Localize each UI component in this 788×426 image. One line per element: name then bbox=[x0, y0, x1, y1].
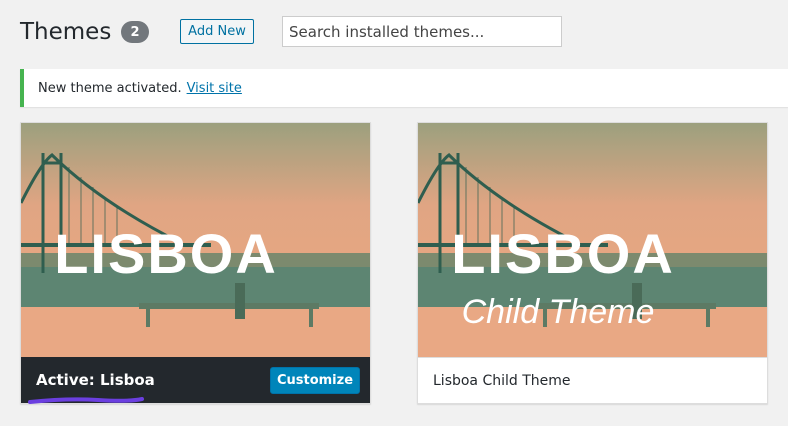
active-theme-name: Active: Lisboa bbox=[21, 371, 155, 389]
theme-count-badge: 2 bbox=[121, 21, 149, 43]
screenshot-title: LISBOA bbox=[54, 222, 278, 285]
theme-name: Lisboa bbox=[100, 371, 155, 389]
search-themes-input[interactable] bbox=[282, 16, 562, 47]
customize-button[interactable]: Customize bbox=[270, 367, 360, 394]
screenshot-title: LISBOA bbox=[451, 222, 675, 285]
highlight-underline-mark bbox=[28, 397, 144, 404]
theme-screenshot[interactable]: LISBOA bbox=[21, 123, 370, 357]
theme-card-lisboa-child[interactable]: LISBOA Child Theme Lisboa Child Theme bbox=[417, 122, 768, 404]
theme-name: Lisboa Child Theme bbox=[433, 372, 571, 389]
theme-card-lisboa[interactable]: LISBOA Active: Lisboa Customize bbox=[20, 122, 371, 404]
theme-info-bar: Lisboa Child Theme bbox=[418, 357, 767, 403]
theme-screenshot[interactable]: LISBOA Child Theme bbox=[418, 123, 767, 357]
screenshot-subtitle: Child Theme bbox=[462, 293, 655, 331]
theme-screenshot-image: LISBOA Child Theme bbox=[418, 123, 767, 357]
theme-activated-notice: New theme activated. Visit site bbox=[20, 69, 788, 107]
page-title: Themes bbox=[20, 19, 112, 45]
notice-message: New theme activated. bbox=[38, 80, 182, 96]
add-new-button[interactable]: Add New bbox=[180, 19, 254, 44]
visit-site-link[interactable]: Visit site bbox=[187, 81, 242, 96]
theme-screenshot-image: LISBOA bbox=[21, 123, 370, 357]
active-prefix: Active: bbox=[36, 371, 95, 389]
